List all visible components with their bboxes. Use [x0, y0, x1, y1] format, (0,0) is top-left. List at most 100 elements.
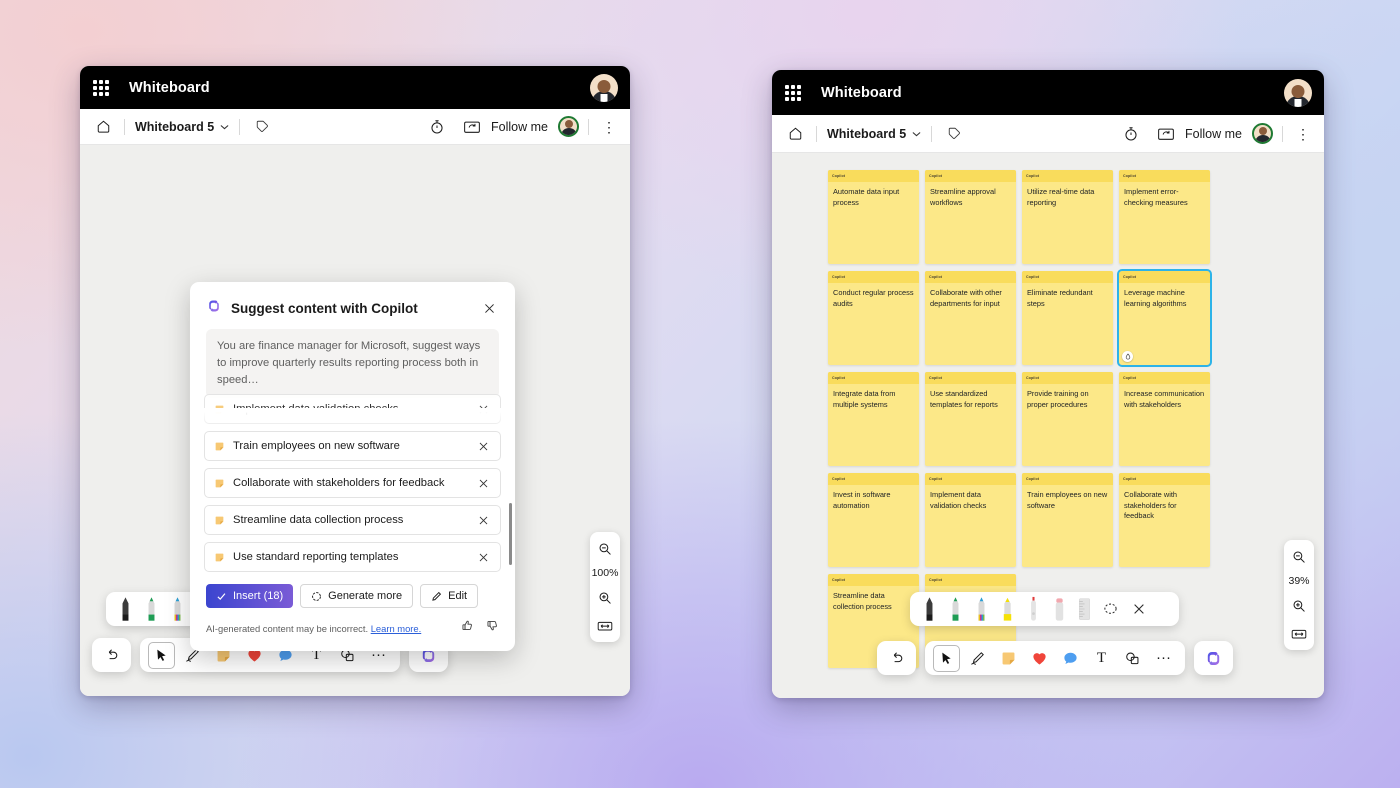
sticky-note[interactable]: Copilot Provide training on proper proced…	[1022, 372, 1113, 466]
note-author-label: Copilot	[1022, 473, 1113, 485]
close-icon[interactable]	[475, 549, 491, 565]
timer-icon[interactable]	[425, 115, 449, 139]
pen-thin-red[interactable]	[1024, 596, 1043, 622]
tag-icon[interactable]	[250, 115, 274, 139]
more-tools[interactable]: ···	[1150, 645, 1177, 672]
sticky-note-icon	[215, 553, 224, 561]
board-name-button[interactable]: Whiteboard 5	[825, 127, 923, 141]
tag-icon[interactable]	[942, 122, 966, 146]
suggestion-item[interactable]: Collaborate with stakeholders for feedba…	[204, 468, 501, 499]
presenter-avatar[interactable]	[1252, 123, 1273, 144]
note-tool[interactable]	[995, 645, 1022, 672]
sticky-note[interactable]: Copilot Train employees on new software	[1022, 473, 1113, 567]
suggestion-item[interactable]: Train employees on new software	[204, 431, 501, 462]
reaction-tool[interactable]	[1026, 645, 1053, 672]
divider	[239, 118, 241, 135]
dialog-scrollbar[interactable]	[509, 503, 512, 566]
suggestion-item[interactable]: Streamline data collection process	[204, 505, 501, 536]
ruler[interactable]	[1076, 596, 1093, 622]
shapes-tool[interactable]	[1119, 645, 1146, 672]
note-author-label: Copilot	[1022, 271, 1113, 283]
close-icon[interactable]	[475, 401, 491, 417]
presenter-avatar[interactable]	[558, 116, 579, 137]
close-icon[interactable]	[1128, 599, 1149, 620]
board-canvas-right[interactable]: Copilot Automate data input process Copilo…	[772, 153, 1324, 698]
pen-black[interactable]	[116, 596, 135, 622]
prompt-textarea[interactable]: You are finance manager for Microsoft, s…	[206, 329, 499, 399]
note-text: Collaborate with other departments for i…	[930, 288, 1002, 308]
undo-icon[interactable]	[98, 642, 125, 669]
comment-tool[interactable]	[1057, 645, 1084, 672]
note-text: Utilize real-time data reporting	[1027, 187, 1095, 207]
sticky-note[interactable]: Copilot Eliminate redundant steps	[1022, 271, 1113, 365]
tools-group: T ···	[925, 641, 1185, 675]
sticky-note[interactable]: Copilot Collaborate with stakeholders for…	[1119, 473, 1210, 567]
suggestion-item[interactable]: Implement data validation checks	[204, 394, 501, 425]
app-launcher-icon[interactable]	[785, 84, 801, 101]
home-icon[interactable]	[782, 121, 808, 147]
zoom-out-icon[interactable]	[1288, 547, 1310, 566]
sticky-note[interactable]: Copilot Collaborate with other department…	[925, 271, 1016, 365]
thumbs-up-icon[interactable]	[461, 619, 474, 637]
sticky-note[interactable]: Copilot Integrate data from multiple syst…	[828, 372, 919, 466]
copilot-icon[interactable]	[1200, 645, 1227, 672]
note-author-label: Copilot	[828, 372, 919, 384]
learn-more-link[interactable]: Learn more.	[371, 623, 422, 634]
divider	[816, 125, 817, 142]
close-icon[interactable]	[475, 475, 491, 491]
lasso-select-icon[interactable]	[1100, 599, 1121, 620]
sticky-note[interactable]: Copilot Increase communication with stake…	[1119, 372, 1210, 466]
more-vertical-icon[interactable]: ⋮	[1292, 122, 1314, 146]
fit-to-screen-icon[interactable]	[1288, 624, 1310, 643]
dialog-title: Suggest content with Copilot	[231, 301, 418, 316]
app-launcher-icon[interactable]	[93, 79, 109, 96]
sticky-note[interactable]: Copilot Utilize real-time data reporting	[1022, 170, 1113, 264]
pen-green[interactable]	[946, 596, 965, 622]
home-icon[interactable]	[90, 114, 116, 140]
pen-black[interactable]	[920, 596, 939, 622]
follow-me-label[interactable]: Follow me	[1183, 127, 1244, 141]
fit-to-screen-icon[interactable]	[594, 616, 616, 635]
sticky-note[interactable]: Copilot Invest in software automation	[828, 473, 919, 567]
close-icon[interactable]	[475, 512, 491, 528]
text-tool[interactable]: T	[1088, 645, 1115, 672]
board-canvas-left[interactable]: 100% T ··· Suggest content with Copilot …	[80, 145, 630, 696]
select-tool[interactable]	[148, 641, 175, 669]
generate-more-button[interactable]: Generate more	[300, 584, 414, 609]
close-icon[interactable]	[479, 299, 499, 319]
sticky-note[interactable]: Copilot Streamline approval workflows	[925, 170, 1016, 264]
sticky-note[interactable]: Copilot Use standardized templates for re…	[925, 372, 1016, 466]
pen-rainbow[interactable]	[972, 596, 991, 622]
zoom-out-icon[interactable]	[594, 539, 616, 558]
sticky-note[interactable]: Copilot Automate data input process	[828, 170, 919, 264]
edit-button[interactable]: Edit	[420, 584, 479, 609]
pen-rainbow[interactable]	[168, 596, 187, 622]
board-name-button[interactable]: Whiteboard 5	[133, 120, 231, 134]
zoom-in-icon[interactable]	[1288, 596, 1310, 615]
sticky-note[interactable]: Copilot Leverage machine learning algorit…	[1117, 269, 1212, 367]
note-rotate-handle[interactable]	[1122, 351, 1133, 362]
present-icon[interactable]	[459, 115, 485, 139]
highlighter-yellow[interactable]	[998, 596, 1017, 622]
follow-me-label[interactable]: Follow me	[489, 120, 550, 134]
note-author-label: Copilot	[925, 170, 1016, 182]
sticky-note[interactable]: Copilot Implement error-checking measures	[1119, 170, 1210, 264]
more-vertical-icon[interactable]: ⋮	[598, 115, 620, 139]
suggestion-item[interactable]: Use standard reporting templates	[204, 542, 501, 573]
ink-tool[interactable]	[964, 645, 991, 672]
account-avatar[interactable]	[1284, 78, 1312, 107]
account-avatar[interactable]	[590, 73, 618, 102]
insert-label: Insert (18)	[233, 590, 284, 603]
zoom-in-icon[interactable]	[594, 588, 616, 607]
undo-icon[interactable]	[883, 645, 910, 672]
sticky-note[interactable]: Copilot Implement data validation checks	[925, 473, 1016, 567]
sticky-note[interactable]: Copilot Conduct regular process audits	[828, 271, 919, 365]
timer-icon[interactable]	[1119, 122, 1143, 146]
pen-green[interactable]	[142, 596, 161, 622]
insert-button[interactable]: Insert (18)	[206, 584, 294, 609]
select-tool[interactable]	[933, 644, 960, 672]
close-icon[interactable]	[475, 438, 491, 454]
eraser-pink[interactable]	[1050, 596, 1069, 622]
present-icon[interactable]	[1153, 122, 1179, 146]
thumbs-down-icon[interactable]	[486, 619, 499, 637]
